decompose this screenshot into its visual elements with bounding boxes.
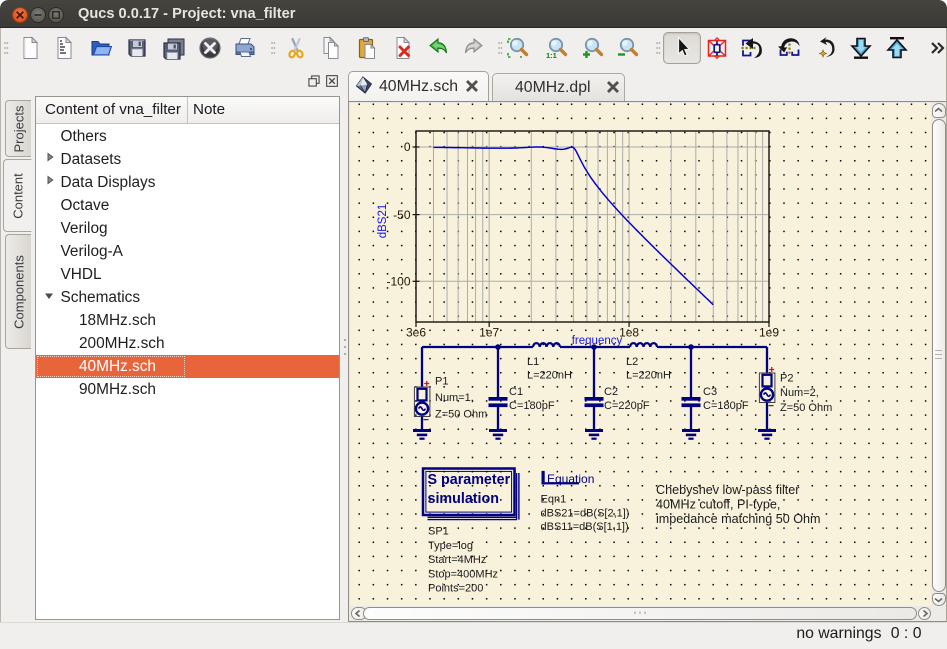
svg-text:Num=2,: Num=2,	[780, 387, 819, 399]
svg-text:impedance matching 50 Ohm: impedance matching 50 Ohm	[656, 512, 821, 526]
svg-text:3e6: 3e6	[406, 326, 426, 340]
svg-text:P1: P1	[435, 376, 448, 388]
svg-text:-100: -100	[386, 275, 410, 289]
svg-text:Start=4MHz: Start=4MHz	[428, 554, 486, 566]
svg-text:Z=50 Ohm: Z=50 Ohm	[780, 402, 832, 414]
svg-text:C=180pF: C=180pF	[703, 400, 749, 412]
svg-text:simulation: simulation	[428, 491, 500, 507]
svg-text:0: 0	[404, 140, 411, 154]
svg-text:1:1: 1:1	[546, 51, 557, 60]
svg-text:P2: P2	[780, 373, 793, 385]
svg-text:dBS21=dB(S[2,1]): dBS21=dB(S[2,1])	[541, 507, 630, 519]
svg-text:Stop=400MHz: Stop=400MHz	[428, 568, 498, 580]
svg-text:Num=1,: Num=1,	[435, 392, 474, 404]
svg-text:Z=50 Ohm: Z=50 Ohm	[435, 409, 487, 421]
svg-text:C2: C2	[604, 386, 618, 398]
svg-text:C3: C3	[703, 386, 717, 398]
svg-text:L1: L1	[527, 356, 539, 368]
svg-text:L=220nH: L=220nH	[527, 370, 572, 382]
svg-text:L=220nH: L=220nH	[626, 370, 671, 382]
svg-text:S parameter: S parameter	[428, 472, 511, 488]
svg-text:C=220pF: C=220pF	[604, 400, 650, 412]
svg-text:Chebyshev low-pass filter: Chebyshev low-pass filter	[656, 483, 800, 497]
svg-text:L2: L2	[626, 356, 638, 368]
svg-text:40MHz cutoff, PI-type,: 40MHz cutoff, PI-type,	[656, 498, 780, 512]
svg-text:1e7: 1e7	[479, 326, 499, 340]
svg-text:-50: -50	[393, 208, 411, 222]
svg-text:C1: C1	[509, 386, 523, 398]
svg-text:frequency: frequency	[572, 335, 623, 347]
svg-text:dBS11=dB(S[1,1]): dBS11=dB(S[1,1])	[541, 521, 629, 533]
svg-text:Type=log: Type=log	[428, 540, 473, 552]
svg-text:Eqn1: Eqn1	[541, 494, 567, 506]
svg-text:SP1: SP1	[428, 526, 449, 538]
svg-text:C=180pF: C=180pF	[509, 400, 555, 412]
svg-text:dBS21: dBS21	[377, 204, 389, 239]
svg-text:Points=200: Points=200	[428, 583, 483, 595]
svg-text:1e9: 1e9	[759, 326, 779, 340]
